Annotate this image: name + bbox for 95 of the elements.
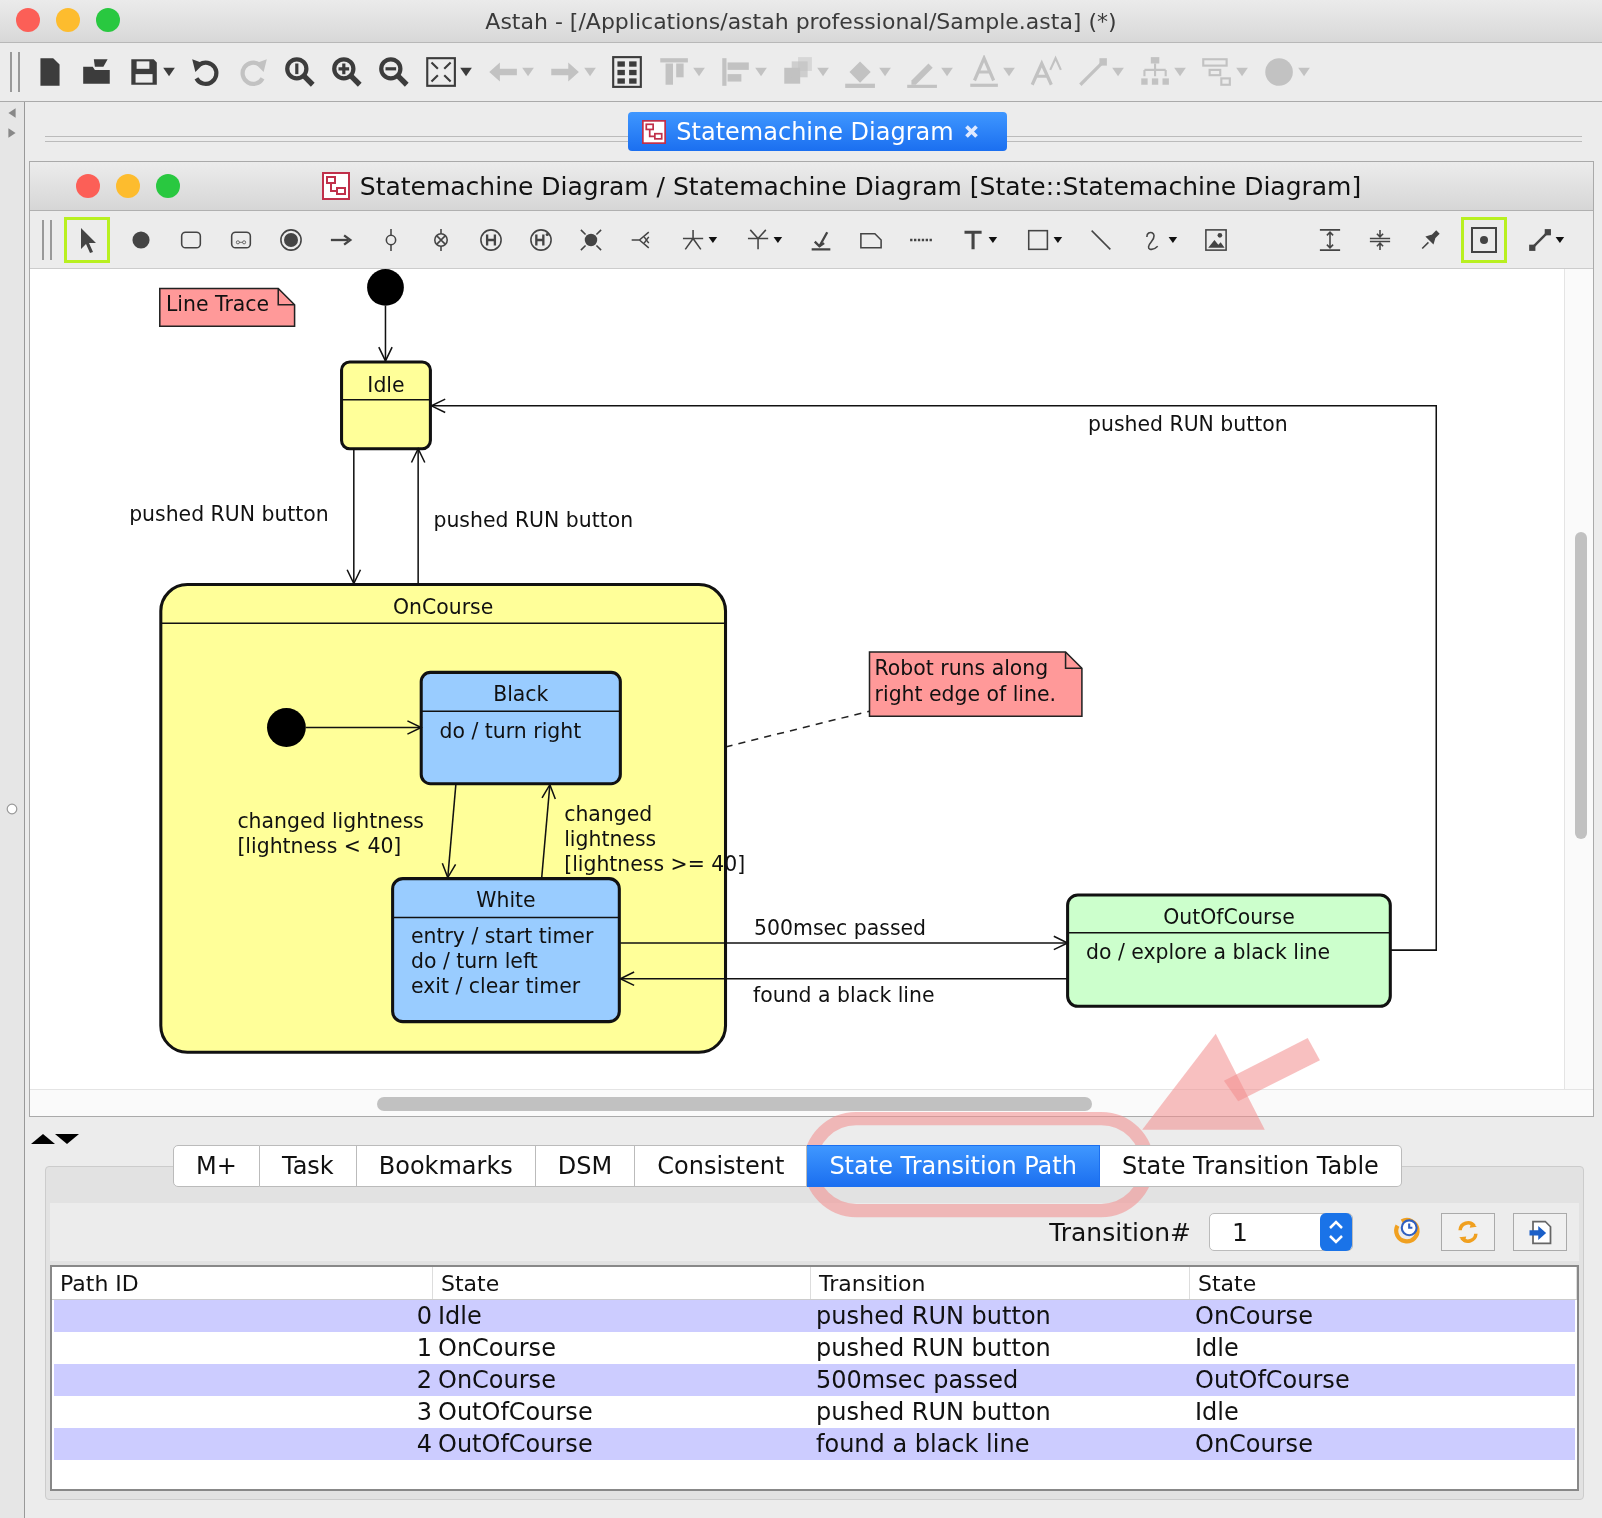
diagram-window-title: Statemachine Diagram / Statemachine Diagram [State::Statemachine Diagram] <box>359 171 1362 201</box>
column-header[interactable]: Path ID <box>52 1267 433 1299</box>
state-name: OutOfCourse <box>1163 904 1295 929</box>
table-cell: OnCourse <box>438 1366 556 1394</box>
note[interactable]: Robot runs along right edge of line. <box>868 651 1083 718</box>
table-cell: Idle <box>438 1302 482 1330</box>
table-row[interactable]: 2 OnCourse 500msec passed OutOfCourse <box>54 1364 1575 1396</box>
diagram-icon <box>321 172 350 200</box>
toolbar-grip[interactable] <box>42 219 52 260</box>
table-cell: pushed RUN button <box>816 1302 1051 1330</box>
panel-tab[interactable]: M+ <box>173 1145 260 1187</box>
state-activity: do / turn right <box>439 718 582 743</box>
transition-arrow[interactable] <box>618 971 1069 987</box>
panel-tab[interactable]: State Transition Table <box>1099 1145 1402 1187</box>
expand-right-icon[interactable] <box>6 126 18 140</box>
transition-label: 500msec passed <box>754 915 927 940</box>
table-cell: pushed RUN button <box>816 1398 1051 1426</box>
collapse-down-icon[interactable] <box>55 1133 79 1145</box>
zoom-in-tool-icon[interactable] <box>330 55 364 89</box>
table-row[interactable]: 3 OutOfCourse pushed RUN button Idle <box>54 1396 1575 1428</box>
point-tool-icon[interactable] <box>1461 216 1507 263</box>
table-cell: 2 <box>416 1366 432 1394</box>
table-row[interactable]: 4 OutOfCourse found a black line OnCourse <box>54 1428 1575 1460</box>
state-activity: entry / start timer <box>411 923 594 948</box>
transition-arrow[interactable] <box>441 782 457 880</box>
transition-arrow[interactable] <box>410 446 426 585</box>
export-button[interactable] <box>1513 1213 1567 1251</box>
table-row[interactable]: 0 Idle pushed RUN button OnCourse <box>54 1300 1575 1332</box>
transition-arrow[interactable] <box>540 782 557 879</box>
table-cell: OutOfCourse <box>438 1430 593 1458</box>
state-box[interactable] <box>340 360 432 451</box>
column-header[interactable]: Transition <box>811 1267 1190 1299</box>
expand-up-icon[interactable] <box>31 1133 55 1145</box>
table-cell: 4 <box>416 1430 432 1458</box>
table-cell: OnCourse <box>1195 1302 1313 1330</box>
panel-tab[interactable]: Consistent <box>635 1145 808 1187</box>
zoom-tool-icon[interactable] <box>283 55 317 89</box>
transition-arrow[interactable] <box>346 447 362 586</box>
pointer-tool-icon[interactable] <box>64 216 110 263</box>
initial-state-dot[interactable] <box>267 708 306 747</box>
vertical-scrollbar[interactable] <box>1564 269 1593 1089</box>
table-cell: OutOfCourse <box>1195 1366 1350 1394</box>
state-activity: exit / clear timer <box>411 974 581 998</box>
transition-label: pushed RUN button <box>1088 412 1288 437</box>
transition-arrow[interactable] <box>305 720 423 735</box>
transition-arrow[interactable] <box>378 305 393 363</box>
transition-label: found a black line <box>753 983 935 1008</box>
transition-number-label: Transition# <box>1049 1217 1191 1247</box>
transition-label: changed lightness [lightness < 40] <box>237 808 424 858</box>
close-icon[interactable] <box>963 124 979 139</box>
window-title: Astah - [/Applications/astah professional/Sample.asta] (*) <box>485 8 1117 34</box>
collapse-left-icon[interactable] <box>6 106 18 120</box>
table-cell: found a black line <box>816 1430 1030 1458</box>
panel-tab[interactable]: State Transition Path <box>807 1145 1100 1187</box>
note[interactable]: Line Trace <box>159 287 296 327</box>
state-box[interactable] <box>391 877 621 1024</box>
initial-state-dot[interactable] <box>367 269 404 306</box>
toolbar-grip[interactable] <box>10 52 20 92</box>
state-activity: do / explore a black line <box>1086 940 1331 965</box>
table-cell: 0 <box>416 1302 432 1330</box>
diagram-tab[interactable]: Statemachine Diagram <box>628 112 1007 151</box>
table-cell: pushed RUN button <box>816 1334 1051 1362</box>
table-cell: OnCourse <box>1195 1430 1313 1458</box>
fit-tool-icon[interactable] <box>424 55 473 89</box>
transition-label: pushed RUN button <box>129 502 329 527</box>
column-header[interactable]: State <box>433 1267 811 1299</box>
horizontal-scrollbar[interactable] <box>30 1089 1593 1116</box>
table-cell: 3 <box>416 1398 432 1426</box>
state-name: OnCourse <box>393 595 494 620</box>
state-activity: do / turn left <box>411 949 538 973</box>
state-name: Idle <box>367 372 405 397</box>
diagram-icon <box>642 119 667 144</box>
panel-tab[interactable]: Bookmarks <box>356 1145 536 1187</box>
stepper-icon[interactable] <box>1320 1213 1352 1251</box>
table-cell: 1 <box>416 1334 432 1362</box>
table-cell: OnCourse <box>438 1334 556 1362</box>
table-cell: Idle <box>1195 1398 1239 1426</box>
transition-number-spinner[interactable]: 1 <box>1209 1213 1353 1251</box>
table-row[interactable]: 1 OnCourse pushed RUN button Idle <box>54 1332 1575 1364</box>
state-box[interactable] <box>419 670 622 786</box>
panel-tab[interactable]: Task <box>259 1145 357 1187</box>
transition-label: pushed RUN button <box>433 508 634 533</box>
state-name: Black <box>493 681 549 706</box>
table-cell: OutOfCourse <box>438 1398 593 1426</box>
table-cell: Idle <box>1195 1334 1239 1362</box>
state-name: White <box>476 888 536 913</box>
table-cell: 500msec passed <box>816 1366 1019 1394</box>
column-header[interactable]: State <box>1190 1267 1577 1299</box>
splitter-handle-icon[interactable] <box>6 802 18 816</box>
state-box[interactable] <box>1066 893 1392 1008</box>
panel-tab[interactable]: DSM <box>535 1145 636 1187</box>
zoom-out-tool-icon[interactable] <box>377 55 411 89</box>
scrollbar-thumb[interactable] <box>1575 532 1587 839</box>
scrollbar-thumb[interactable] <box>377 1097 1092 1111</box>
layout-tool-icon[interactable] <box>610 55 644 89</box>
